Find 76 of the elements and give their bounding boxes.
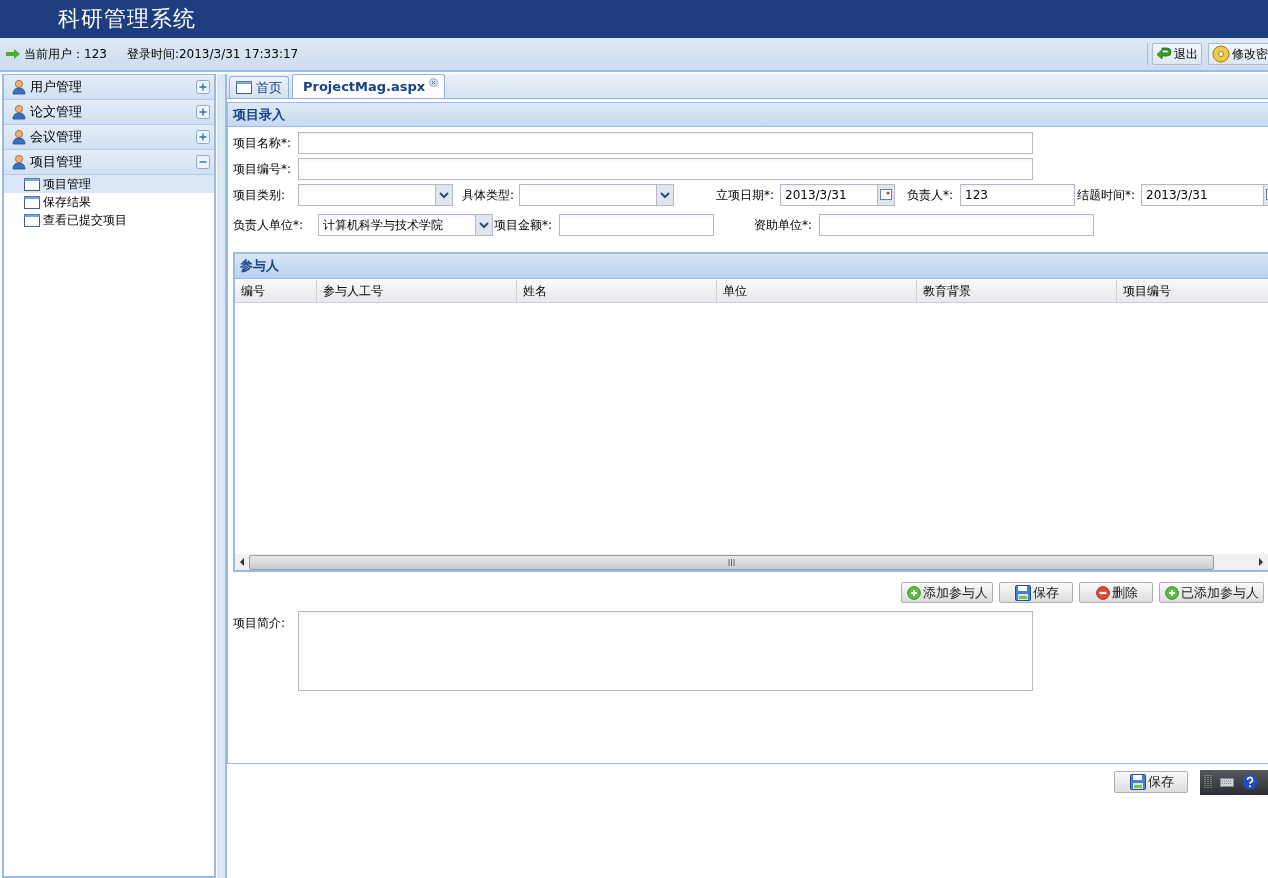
- change-password-button[interactable]: 修改密: [1208, 43, 1268, 65]
- arrow-icon: [6, 49, 20, 59]
- field-label: 资助单位*:: [754, 216, 814, 234]
- field-label: 项目编号*:: [233, 160, 293, 178]
- field-label: 项目类别:: [233, 186, 287, 204]
- column-header[interactable]: 单位: [717, 280, 917, 302]
- accordion-header[interactable]: 会议管理: [4, 125, 214, 150]
- input-method-toolbar[interactable]: [1200, 769, 1268, 795]
- field-label: 结题时间*:: [1077, 186, 1137, 204]
- caret-icon: [475, 215, 492, 235]
- grip-icon: [728, 558, 735, 566]
- delete-button[interactable]: 删除: [1079, 582, 1153, 603]
- column-header[interactable]: 姓名: [517, 280, 717, 302]
- page-icon: [24, 213, 40, 227]
- caret-icon: [435, 185, 452, 205]
- return-arrow-icon: [1156, 46, 1172, 62]
- calendar-icon: [877, 185, 894, 205]
- field-label: 负责人*:: [907, 186, 955, 204]
- field-label: 项目简介:: [233, 615, 287, 632]
- splitter-bar[interactable]: [216, 74, 227, 878]
- field-label: 负责人单位*:: [233, 216, 305, 234]
- left-arrow-icon: [239, 558, 245, 566]
- save-button[interactable]: 保存: [1114, 771, 1188, 793]
- user-icon: [12, 154, 26, 170]
- field-label: 具体类型:: [462, 186, 516, 204]
- dropdown[interactable]: [519, 184, 674, 206]
- accordion-header[interactable]: 用户管理: [4, 75, 214, 100]
- right-arrow-icon: [1258, 558, 1264, 566]
- date-field[interactable]: 2013/3/31: [780, 184, 895, 206]
- input-field[interactable]: [298, 158, 1033, 180]
- keyboard-icon: [1220, 777, 1234, 787]
- accordion-header[interactable]: 项目管理: [4, 150, 214, 175]
- current-user: 当前用户：123: [24, 45, 107, 63]
- grid-title: 参与人: [235, 254, 1268, 279]
- input-field[interactable]: [819, 214, 1094, 236]
- user-icon: [12, 79, 26, 95]
- plus-circle-icon: [907, 585, 921, 600]
- tab[interactable]: 首页: [229, 76, 289, 98]
- add-button[interactable]: 添加参与人: [901, 582, 993, 603]
- logout-button[interactable]: 退出: [1152, 43, 1202, 65]
- input-field[interactable]: [559, 214, 714, 236]
- field-label: 项目金额*:: [494, 216, 554, 234]
- accordion-header[interactable]: 论文管理: [4, 100, 214, 125]
- login-time: 登录时间:2013/3/31 17:33:17: [126, 45, 299, 63]
- field-label: 立项日期*:: [716, 186, 776, 204]
- column-header[interactable]: 参与人工号: [317, 280, 517, 302]
- field-label: 项目名称*:: [233, 134, 293, 152]
- dropdown[interactable]: [298, 184, 453, 206]
- text-area[interactable]: [298, 611, 1033, 691]
- add-button[interactable]: 已添加参与人: [1159, 582, 1264, 603]
- input-field[interactable]: 123: [960, 184, 1075, 206]
- tab[interactable]: ProjectMag.aspx: [292, 74, 446, 98]
- minus-circle-icon: [1095, 585, 1110, 600]
- user-icon: [12, 104, 26, 120]
- column-header[interactable]: 编号: [235, 280, 317, 302]
- dropdown[interactable]: 计算机科学与技术学院: [318, 214, 493, 236]
- plus-circle-icon: [1165, 585, 1179, 600]
- save-button[interactable]: 保存: [999, 582, 1073, 603]
- grip-icon: [1204, 775, 1212, 789]
- page-icon: [24, 195, 40, 209]
- tree-item[interactable]: 保存结果: [4, 193, 214, 211]
- caret-icon: [656, 185, 673, 205]
- column-header[interactable]: 教育背景: [917, 280, 1117, 302]
- close-icon[interactable]: [429, 78, 439, 87]
- window-icon: [236, 81, 252, 94]
- date-field[interactable]: 2013/3/31: [1141, 184, 1268, 206]
- page-icon: [24, 177, 40, 191]
- help-icon: [1242, 774, 1258, 790]
- input-field[interactable]: [298, 132, 1033, 154]
- disc-icon: [1212, 45, 1230, 63]
- tree-item[interactable]: 项目管理: [4, 175, 214, 193]
- app-title: 科研管理系统: [58, 5, 196, 33]
- user-icon: [12, 129, 26, 145]
- tree-item[interactable]: 查看已提交项目: [4, 211, 214, 229]
- column-header[interactable]: 项目编号: [1117, 280, 1268, 302]
- panel-title: 项目录入: [228, 102, 1268, 127]
